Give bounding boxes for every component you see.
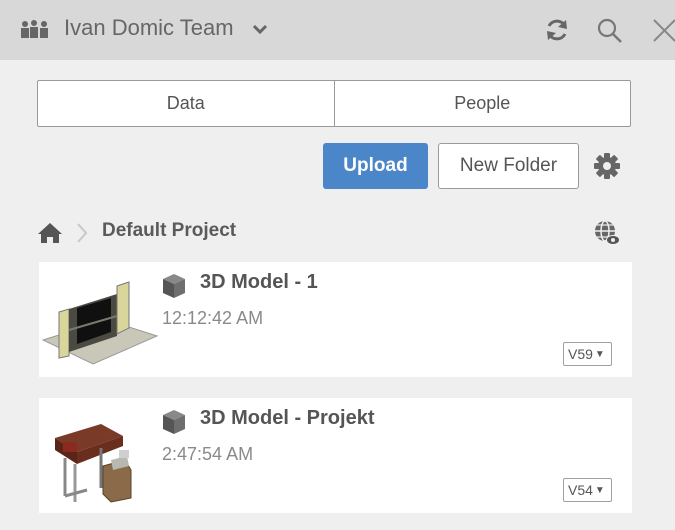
version-label: V54	[568, 482, 593, 498]
model-thumbnail[interactable]	[41, 272, 159, 370]
caret-down-icon: ▼	[594, 348, 605, 360]
cube-icon	[162, 273, 186, 304]
model-card[interactable]: 3D Model - Projekt 2:47:54 AM V54 ▼	[39, 398, 632, 513]
globe-icon[interactable]	[593, 219, 621, 252]
chevron-down-icon[interactable]	[252, 23, 268, 41]
chevron-right-icon	[76, 222, 88, 249]
model-timestamp: 2:47:54 AM	[162, 444, 254, 464]
refresh-icon[interactable]	[544, 17, 570, 48]
team-icon	[20, 20, 54, 43]
new-folder-button[interactable]: New Folder	[438, 143, 579, 189]
version-dropdown[interactable]: V54 ▼	[563, 478, 612, 502]
gear-icon[interactable]	[593, 152, 621, 185]
model-name[interactable]: 3D Model - 1	[200, 271, 318, 294]
model-thumbnail[interactable]	[41, 408, 159, 506]
panel-header: Ivan Domic Team	[0, 0, 675, 60]
model-name[interactable]: 3D Model - Projekt	[200, 407, 374, 430]
home-icon[interactable]	[37, 222, 63, 249]
tab-people[interactable]: People	[335, 81, 631, 126]
cube-icon	[162, 409, 186, 440]
model-card[interactable]: 3D Model - 1 12:12:42 AM V59 ▼	[39, 262, 632, 377]
team-name[interactable]: Ivan Domic Team	[64, 15, 234, 41]
tab-data[interactable]: Data	[38, 81, 335, 126]
search-icon[interactable]	[596, 17, 624, 50]
breadcrumb-project[interactable]: Default Project	[102, 220, 236, 242]
model-timestamp: 12:12:42 AM	[162, 308, 264, 328]
close-icon[interactable]	[650, 16, 675, 48]
version-label: V59	[568, 346, 593, 362]
version-dropdown[interactable]: V59 ▼	[563, 342, 612, 366]
upload-button[interactable]: Upload	[323, 143, 428, 189]
caret-down-icon: ▼	[594, 484, 605, 496]
view-tabs: Data People	[37, 80, 631, 127]
